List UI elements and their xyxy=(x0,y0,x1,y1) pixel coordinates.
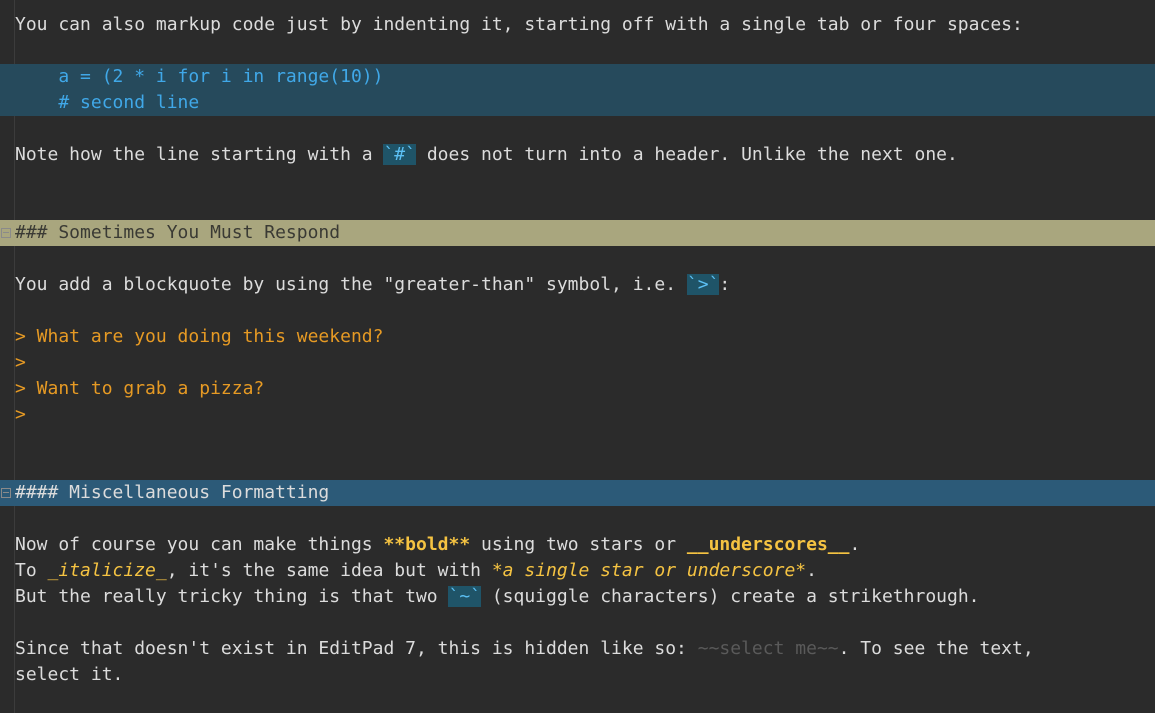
line-text: You can also markup code just by indenti… xyxy=(15,14,1023,35)
blockquote-text: > What are you doing this weekend? xyxy=(15,326,384,347)
fold-toggle-icon[interactable] xyxy=(1,488,11,498)
heading-line-h3[interactable]: ### Sometimes You Must Respond xyxy=(0,220,1155,246)
inline-code: `>` xyxy=(686,274,720,295)
heading-line-h4[interactable]: #### Miscellaneous Formatting xyxy=(0,480,1155,506)
code-line[interactable]: # second line xyxy=(0,90,1155,116)
line-text: You add a blockquote by using the "great… xyxy=(15,274,687,295)
blockquote-line[interactable]: > Want to grab a pizza? xyxy=(0,376,1155,402)
code-text: # second line xyxy=(15,92,200,113)
text-line[interactable]: select it. xyxy=(0,662,1155,688)
text-line[interactable]: You add a blockquote by using the "great… xyxy=(0,272,1155,298)
line-text: Now of course you can make things xyxy=(15,534,384,555)
line-text: . To see the text, xyxy=(838,638,1034,659)
line-text: But the really tricky thing is that two xyxy=(15,586,449,607)
heading-text: ### Sometimes You Must Respond xyxy=(15,222,341,243)
line-text: . xyxy=(806,560,817,581)
line-text: select it. xyxy=(15,664,124,685)
text-line[interactable]: To _italicize_, it's the same idea but w… xyxy=(0,558,1155,584)
text-line[interactable]: You can also markup code just by indenti… xyxy=(0,12,1155,38)
text-line[interactable]: Now of course you can make things **bold… xyxy=(0,532,1155,558)
line-text: does not turn into a header. Unlike the … xyxy=(415,144,958,165)
line-text: Since that doesn't exist in EditPad 7, t… xyxy=(15,638,698,659)
blockquote-text: > xyxy=(15,352,26,373)
blockquote-line[interactable]: > xyxy=(0,350,1155,376)
italic-text: _italicize_ xyxy=(47,560,167,581)
fold-toggle-icon[interactable] xyxy=(1,228,11,238)
line-text: . xyxy=(849,534,861,555)
code-line[interactable]: a = (2 * i for i in range(10)) xyxy=(0,64,1155,90)
blockquote-text: > xyxy=(15,404,26,425)
line-text: (squiggle characters) create a strikethr… xyxy=(481,586,980,607)
text-line[interactable]: But the really tricky thing is that two … xyxy=(0,584,1155,610)
line-text: To xyxy=(15,560,48,581)
inline-code: `~` xyxy=(448,586,481,607)
text-line[interactable]: Note how the line starting with a `#` do… xyxy=(0,142,1155,168)
blockquote-text: > Want to grab a pizza? xyxy=(15,378,265,399)
text-editor[interactable]: You can also markup code just by indenti… xyxy=(0,0,1155,713)
italic-text: *a single star or underscore* xyxy=(491,560,807,581)
line-text: using two stars or xyxy=(470,534,687,555)
code-text: a = (2 * i for i in range(10)) xyxy=(15,66,384,87)
blockquote-line[interactable]: > xyxy=(0,402,1155,428)
line-text: Note how the line starting with a xyxy=(15,144,384,165)
inline-code: `#` xyxy=(383,144,416,165)
bold-text: __underscores__ xyxy=(686,534,850,555)
line-text: : xyxy=(719,274,731,295)
text-line[interactable]: Since that doesn't exist in EditPad 7, t… xyxy=(0,636,1155,662)
blockquote-line[interactable]: > What are you doing this weekend? xyxy=(0,324,1155,350)
strikethrough-text: ~~select me~~ xyxy=(697,638,839,659)
bold-text: **bold** xyxy=(383,534,471,555)
heading-text: #### Miscellaneous Formatting xyxy=(15,482,330,503)
line-text: , it's the same idea but with xyxy=(166,560,492,581)
